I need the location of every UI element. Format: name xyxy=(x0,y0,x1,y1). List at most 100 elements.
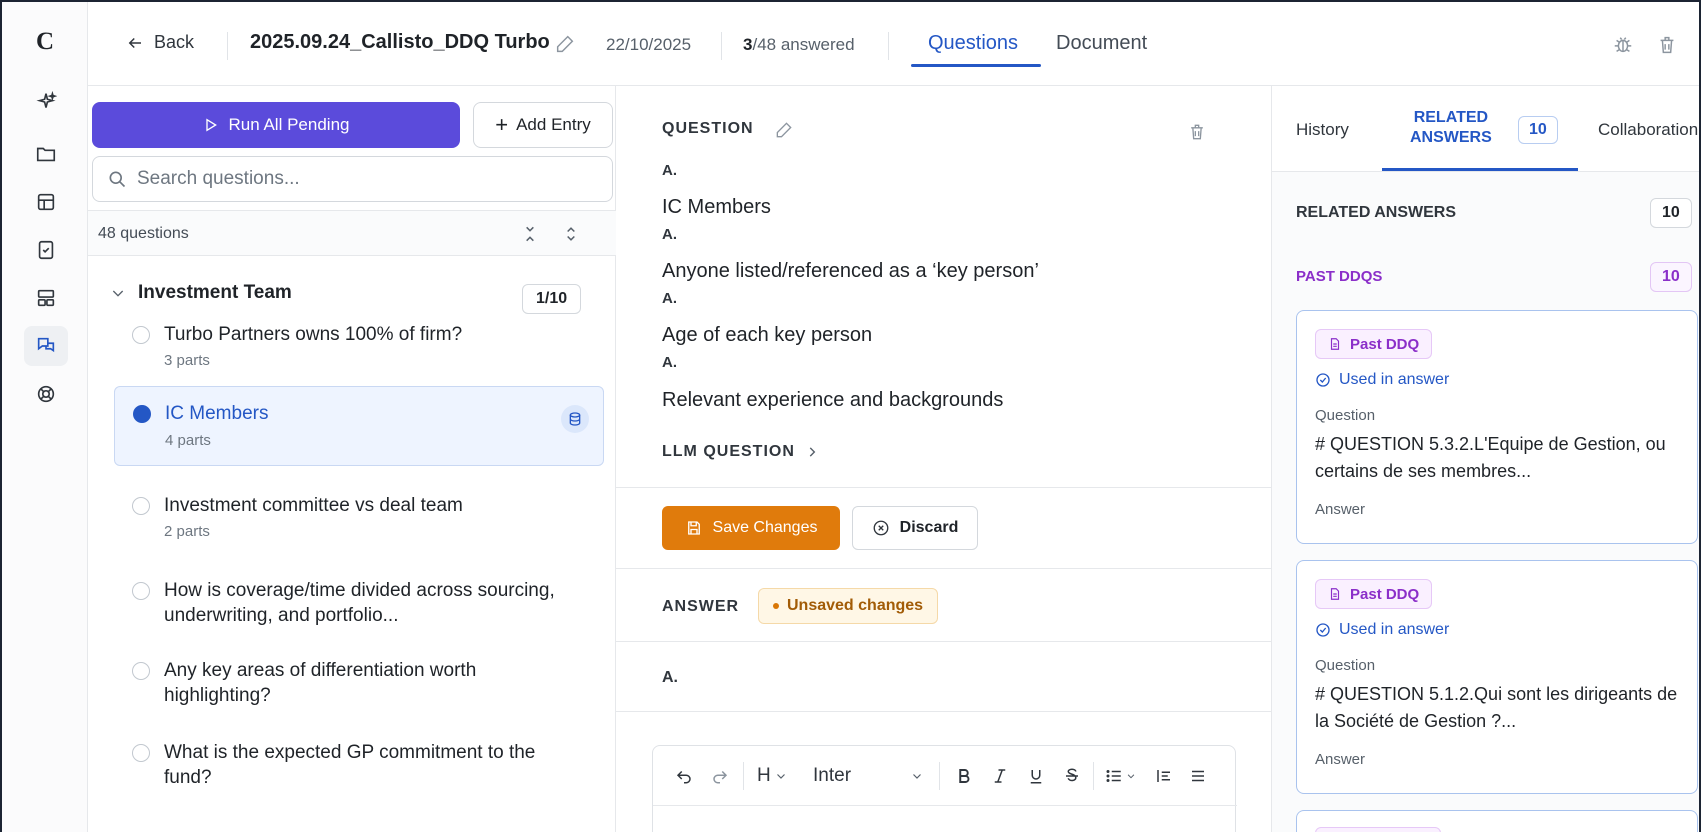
tab-related-answers[interactable]: RELATED ANSWERS xyxy=(1410,108,1492,148)
underline-icon xyxy=(1030,770,1042,784)
answer-section-label: ANSWER xyxy=(662,598,740,615)
rich-text-editor[interactable]: H Inter xyxy=(652,745,1237,832)
app-window: C Back 2025.09.24_Callisto_DDQ Turbo 22/… xyxy=(0,0,1701,832)
search-input[interactable] xyxy=(137,168,597,190)
align-button[interactable] xyxy=(1189,764,1207,788)
question-text: What is the expected GP commitment to th… xyxy=(164,742,536,788)
divider xyxy=(616,487,1272,488)
play-icon xyxy=(205,118,217,132)
related-answer-card[interactable]: Past DDQ Used in answer Question # QUEST… xyxy=(1296,560,1698,794)
group-investment-team[interactable]: Investment Team xyxy=(110,282,292,304)
pencil-icon[interactable] xyxy=(774,120,794,140)
question-item-selected[interactable]: IC Members 4 parts xyxy=(114,386,604,466)
group-count-badge: 1/10 xyxy=(522,284,582,314)
question-item[interactable]: What is the expected GP commitment to th… xyxy=(114,722,604,792)
divider xyxy=(1093,762,1094,790)
trash-icon[interactable] xyxy=(1187,122,1207,142)
llm-question-toggle[interactable]: LLM QUESTION xyxy=(662,443,819,461)
add-entry-label: Add Entry xyxy=(516,115,591,134)
card-answer-label: Answer xyxy=(1315,751,1366,768)
divider xyxy=(616,711,1272,712)
bullet-list-icon xyxy=(1106,770,1121,782)
question-item[interactable]: Any key areas of differentiation worth h… xyxy=(114,640,604,710)
divider xyxy=(227,32,228,60)
save-changes-button[interactable]: Save Changes xyxy=(662,506,840,550)
database-icon xyxy=(569,412,581,426)
tab-questions[interactable]: Questions xyxy=(928,32,1018,55)
past-ddqs-heading: PAST DDQS xyxy=(1296,268,1383,285)
strikethrough-button[interactable] xyxy=(1063,764,1081,788)
question-line: Relevant experience and backgrounds xyxy=(662,389,1004,411)
icon-rail: C xyxy=(2,2,88,832)
sparkle-icon xyxy=(36,91,57,108)
strikethrough-icon xyxy=(1066,768,1078,782)
collapse-all-icon[interactable] xyxy=(520,224,540,244)
question-item[interactable]: Investment committee vs deal team 2 part… xyxy=(114,476,604,546)
group-title: Investment Team xyxy=(138,282,292,303)
underline-button[interactable] xyxy=(1027,764,1045,788)
rail-chat-button[interactable] xyxy=(24,326,68,366)
active-tab-underline xyxy=(911,64,1041,67)
status-radio xyxy=(132,497,150,515)
tab-history[interactable]: History xyxy=(1296,120,1349,140)
rail-folder-button[interactable] xyxy=(24,134,68,174)
run-all-label: Run All Pending xyxy=(228,115,350,134)
rail-help-button[interactable] xyxy=(24,374,68,414)
bug-icon[interactable] xyxy=(1612,34,1634,56)
trash-icon[interactable] xyxy=(1656,34,1678,56)
divider xyxy=(616,641,1272,642)
related-answer-card[interactable]: Past DDQ Used in answer Question # QUEST… xyxy=(1296,310,1698,544)
used-in-answer: Used in answer xyxy=(1315,621,1449,639)
right-tabs: History RELATED ANSWERS 10 Collaboration xyxy=(1272,86,1699,172)
run-all-pending-button[interactable]: Run All Pending xyxy=(92,102,460,148)
font-dropdown[interactable]: Inter xyxy=(813,764,933,788)
undo-button[interactable] xyxy=(675,764,693,788)
past-ddq-tag: Past DDQ xyxy=(1315,579,1433,609)
check-circle-icon xyxy=(1316,623,1330,637)
table-icon xyxy=(37,193,55,211)
rail-ai-button[interactable] xyxy=(24,82,68,122)
question-item[interactable]: Turbo Partners owns 100% of firm? 3 part… xyxy=(114,316,604,386)
chevron-down-icon xyxy=(1127,774,1135,779)
related-answer-card[interactable] xyxy=(1296,810,1698,832)
rail-table-button[interactable] xyxy=(24,182,68,222)
status-radio xyxy=(132,326,150,344)
question-item[interactable]: How is coverage/time divided across sour… xyxy=(114,560,604,630)
question-text: How is coverage/time divided across sour… xyxy=(164,580,555,626)
top-bar: Back 2025.09.24_Callisto_DDQ Turbo 22/10… xyxy=(88,2,1699,86)
rail-layout-button[interactable] xyxy=(24,278,68,318)
list-dropdown[interactable] xyxy=(1105,764,1136,788)
add-entry-button[interactable]: + Add Entry xyxy=(473,102,613,148)
rail-document-button[interactable] xyxy=(24,230,68,270)
question-section-label: QUESTION xyxy=(662,120,754,137)
expand-all-icon[interactable] xyxy=(561,224,581,244)
answered-progress: 3/48 answered xyxy=(743,35,855,55)
question-line: Anyone listed/referenced as a ‘key perso… xyxy=(662,260,1039,282)
unsaved-label: Unsaved changes xyxy=(787,597,924,614)
status-radio xyxy=(132,582,150,600)
check-circle-icon xyxy=(1316,373,1330,387)
question-prefix: A. xyxy=(662,354,677,371)
related-panel: History RELATED ANSWERS 10 Collaboration… xyxy=(1272,86,1699,832)
card-question-label: Question xyxy=(1315,407,1376,424)
question-prefix: A. xyxy=(662,162,677,179)
close-circle-icon xyxy=(873,520,889,536)
bold-button[interactable] xyxy=(955,764,973,788)
folder-icon xyxy=(36,147,56,162)
heading-dropdown[interactable]: H xyxy=(757,764,787,788)
back-button[interactable]: Back xyxy=(126,32,194,53)
tab-document[interactable]: Document xyxy=(1056,32,1147,55)
tab-collaboration[interactable]: Collaboration xyxy=(1598,120,1698,140)
used-label: Used in answer xyxy=(1339,371,1450,388)
discard-button[interactable]: Discard xyxy=(852,506,978,550)
card-question-text: # QUESTION 5.1.2.Qui sont les dirigeants… xyxy=(1315,684,1678,731)
redo-icon xyxy=(713,770,728,784)
question-parts: 2 parts xyxy=(164,523,210,540)
ordered-list-button[interactable] xyxy=(1155,764,1173,788)
italic-button[interactable] xyxy=(991,764,1009,788)
chevron-down-icon xyxy=(776,774,785,779)
redo-button[interactable] xyxy=(711,764,729,788)
pencil-icon[interactable] xyxy=(554,33,576,55)
tab-related-line1: RELATED xyxy=(1413,109,1489,126)
save-icon xyxy=(687,521,700,535)
